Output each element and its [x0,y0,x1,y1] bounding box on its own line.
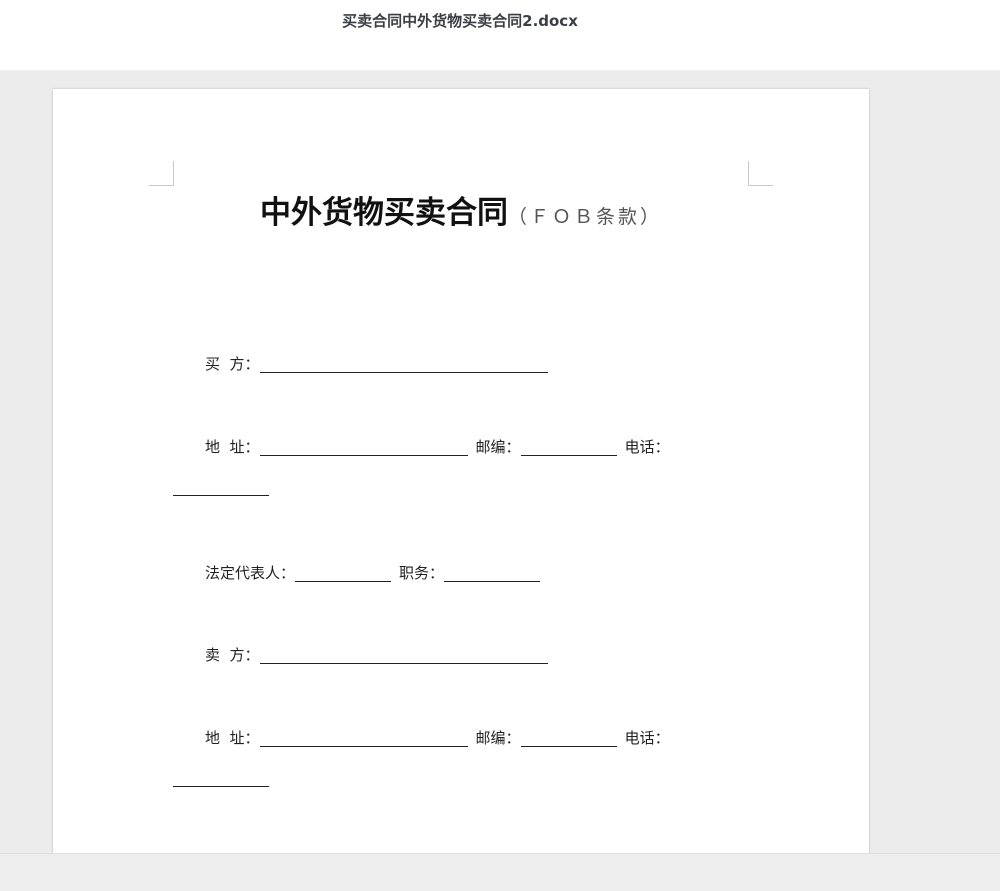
seller-postcode-blank [520,730,617,747]
heading-main: 中外货物买卖合同 [259,195,508,231]
buyer-blank [259,356,548,373]
seller-phone-blank [173,770,269,787]
legal-rep-blank [295,565,392,582]
buyer-postcode-blank [520,439,617,456]
buyer-phone-blank [173,479,269,496]
seller-phone-label: 电话： [624,729,670,747]
seller-line: 卖 方： [205,644,548,665]
buyer-address-blank [259,439,468,456]
seller-postcode-label: 邮编： [475,729,521,747]
buyer-address-label: 地 址： [205,438,260,456]
title-bar: 买卖合同中外货物买卖合同2.docx [0,0,1000,70]
bottom-bar [0,853,1000,891]
legal-rep-line: 法定代表人： 职务： [205,562,541,583]
buyer-address-line: 地 址： 邮编： 电话： [205,436,670,457]
buyer-label: 买 方： [205,355,260,373]
margin-corner-mark-left [149,161,174,186]
seller-label: 卖 方： [205,646,260,664]
legal-rep-label: 法定代表人： [205,564,296,582]
buyer-phone-label: 电话： [624,438,670,456]
buyer-postcode-label: 邮编： [475,438,521,456]
position-label: 职务： [399,564,445,582]
document-heading: 中外货物买卖合同（ＦＯＢ条款） [53,187,869,232]
document-viewer[interactable]: 中外货物买卖合同（ＦＯＢ条款） 买 方： 地 址： 邮编： 电话： 法定代表人： 职务… [0,70,1000,853]
document-title: 买卖合同中外货物买卖合同2.docx [342,12,578,30]
seller-address-line: 地 址： 邮编： 电话： [205,727,670,748]
document-page: 中外货物买卖合同（ＦＯＢ条款） 买 方： 地 址： 邮编： 电话： 法定代表人： 职务… [53,89,869,853]
seller-phone-line [173,769,269,787]
margin-corner-mark-right [748,161,773,186]
buyer-line: 买 方： [205,353,548,374]
buyer-phone-line [173,478,269,496]
heading-sub: （ＦＯＢ条款） [507,206,662,228]
seller-blank [259,647,548,664]
seller-address-label: 地 址： [205,729,260,747]
position-blank [444,565,541,582]
seller-address-blank [259,730,468,747]
